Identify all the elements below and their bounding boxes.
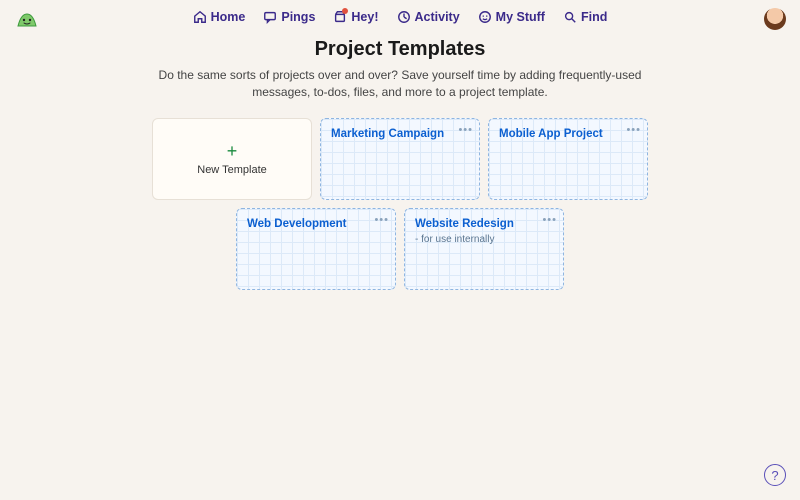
pings-icon	[263, 10, 277, 24]
mystuff-icon	[478, 10, 492, 24]
plus-icon: +	[227, 142, 238, 160]
avatar[interactable]	[764, 8, 786, 30]
new-template-label: New Template	[197, 164, 267, 176]
nav-activity[interactable]: Activity	[397, 10, 460, 24]
template-title: Mobile App Project	[499, 128, 637, 142]
nav-home-label: Home	[211, 10, 246, 24]
card-more-icon[interactable]: •••	[626, 124, 641, 136]
nav-hey[interactable]: Hey!	[333, 10, 378, 24]
logo[interactable]	[14, 8, 40, 30]
template-card[interactable]: ••• Website Redesign - for use internall…	[404, 208, 564, 290]
template-card[interactable]: ••• Marketing Campaign	[320, 118, 480, 200]
nav-home[interactable]: Home	[193, 10, 246, 24]
template-desc: - for use internally	[415, 234, 553, 245]
nav-mystuff[interactable]: My Stuff	[478, 10, 545, 24]
main-nav: Home Pings Hey! Activity My Stuff	[193, 10, 608, 24]
home-icon	[193, 10, 207, 24]
templates-grid: + New Template ••• Marketing Campaign ••…	[0, 118, 800, 290]
template-title: Marketing Campaign	[331, 128, 469, 142]
nav-pings[interactable]: Pings	[263, 10, 315, 24]
nav-mystuff-label: My Stuff	[496, 10, 545, 24]
card-more-icon[interactable]: •••	[374, 214, 389, 226]
hey-notification-dot	[342, 8, 348, 14]
nav-hey-label: Hey!	[351, 10, 378, 24]
find-icon	[563, 10, 577, 24]
template-title: Web Development	[247, 218, 385, 232]
nav-pings-label: Pings	[281, 10, 315, 24]
card-more-icon[interactable]: •••	[542, 214, 557, 226]
template-card[interactable]: ••• Web Development	[236, 208, 396, 290]
card-more-icon[interactable]: •••	[458, 124, 473, 136]
template-card[interactable]: ••• Mobile App Project	[488, 118, 648, 200]
nav-activity-label: Activity	[415, 10, 460, 24]
help-button[interactable]: ?	[764, 464, 786, 486]
page-subtitle: Do the same sorts of projects over and o…	[130, 67, 670, 102]
template-title: Website Redesign	[415, 218, 553, 232]
help-icon: ?	[771, 468, 778, 483]
new-template-button[interactable]: + New Template	[152, 118, 312, 200]
nav-find[interactable]: Find	[563, 10, 607, 24]
activity-icon	[397, 10, 411, 24]
nav-find-label: Find	[581, 10, 607, 24]
page-title: Project Templates	[0, 38, 800, 61]
